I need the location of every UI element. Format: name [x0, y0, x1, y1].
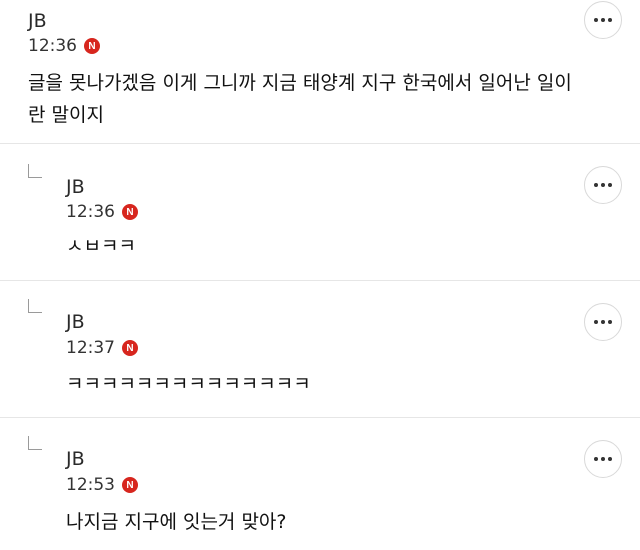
more-dots-icon — [594, 320, 598, 324]
new-badge-icon: N — [122, 340, 138, 356]
comment-time: 12:36 — [66, 202, 115, 222]
comment-meta: 12:36 N — [28, 36, 100, 56]
reply-comment: JB 12:37 N ㅋㅋㅋㅋㅋㅋㅋㅋㅋㅋㅋㅋㅋㅋ — [0, 281, 640, 417]
comment-text: 글을 못나가겠음 이게 그니까 지금 태양계 지구 한국에서 일어난 일이 란 … — [28, 67, 572, 131]
comment-text-line: ㅅㅂㅋㅋ — [66, 235, 136, 257]
more-dots-icon-dot — [601, 18, 605, 22]
comment: JB 12:36 N 글을 못나가겠음 이게 그니까 지금 태양계 지구 한국에… — [0, 0, 640, 143]
comment-time: 12:36 — [28, 36, 77, 56]
more-options-button[interactable] — [584, 166, 622, 204]
more-dots-icon-dot — [601, 320, 605, 324]
new-badge-icon: N — [122, 477, 138, 493]
reply-arrow-icon — [28, 164, 42, 178]
comment-text: 나지금 지구에 잇는거 맞아? — [66, 506, 286, 538]
more-dots-icon-dot — [608, 320, 612, 324]
comment-meta: 12:53 N — [66, 475, 138, 495]
more-dots-icon-dot — [601, 183, 605, 187]
comment-time: 12:37 — [66, 338, 115, 358]
comment-author[interactable]: JB — [28, 10, 47, 32]
comment-meta: 12:36 N — [66, 202, 138, 222]
comment-text-line: 나지금 지구에 잇는거 맞아? — [66, 511, 287, 533]
more-dots-icon — [594, 183, 598, 187]
more-options-button[interactable] — [584, 1, 622, 39]
more-options-button[interactable] — [584, 440, 622, 478]
more-dots-icon — [594, 457, 598, 461]
comment-author[interactable]: JB — [66, 448, 85, 470]
comment-text-line: ㅋㅋㅋㅋㅋㅋㅋㅋㅋㅋㅋㅋㅋㅋ — [66, 373, 311, 395]
comment-text-line: 글을 못나가겠음 이게 그니까 지금 태양계 지구 한국에서 일어난 일이 — [28, 72, 572, 94]
comment-meta: 12:37 N — [66, 338, 138, 358]
new-badge-icon: N — [122, 204, 138, 220]
new-badge-icon: N — [84, 38, 100, 54]
more-dots-icon — [594, 18, 598, 22]
more-dots-icon-dot — [608, 457, 612, 461]
comment-time: 12:53 — [66, 475, 115, 495]
more-dots-icon-dot — [608, 18, 612, 22]
comment-text: ㅅㅂㅋㅋ — [66, 230, 136, 262]
reply-comment: JB 12:53 N 나지금 지구에 잇는거 맞아? — [0, 418, 640, 550]
comment-author[interactable]: JB — [66, 176, 85, 198]
more-options-button[interactable] — [584, 303, 622, 341]
comment-text: ㅋㅋㅋㅋㅋㅋㅋㅋㅋㅋㅋㅋㅋㅋ — [66, 368, 311, 400]
reply-arrow-icon — [28, 436, 42, 450]
comment-author[interactable]: JB — [66, 311, 85, 333]
more-dots-icon-dot — [601, 457, 605, 461]
reply-comment: JB 12:36 N ㅅㅂㅋㅋ — [0, 144, 640, 280]
reply-arrow-icon — [28, 299, 42, 313]
more-dots-icon-dot — [608, 183, 612, 187]
comment-text-line: 란 말이지 — [28, 104, 104, 126]
